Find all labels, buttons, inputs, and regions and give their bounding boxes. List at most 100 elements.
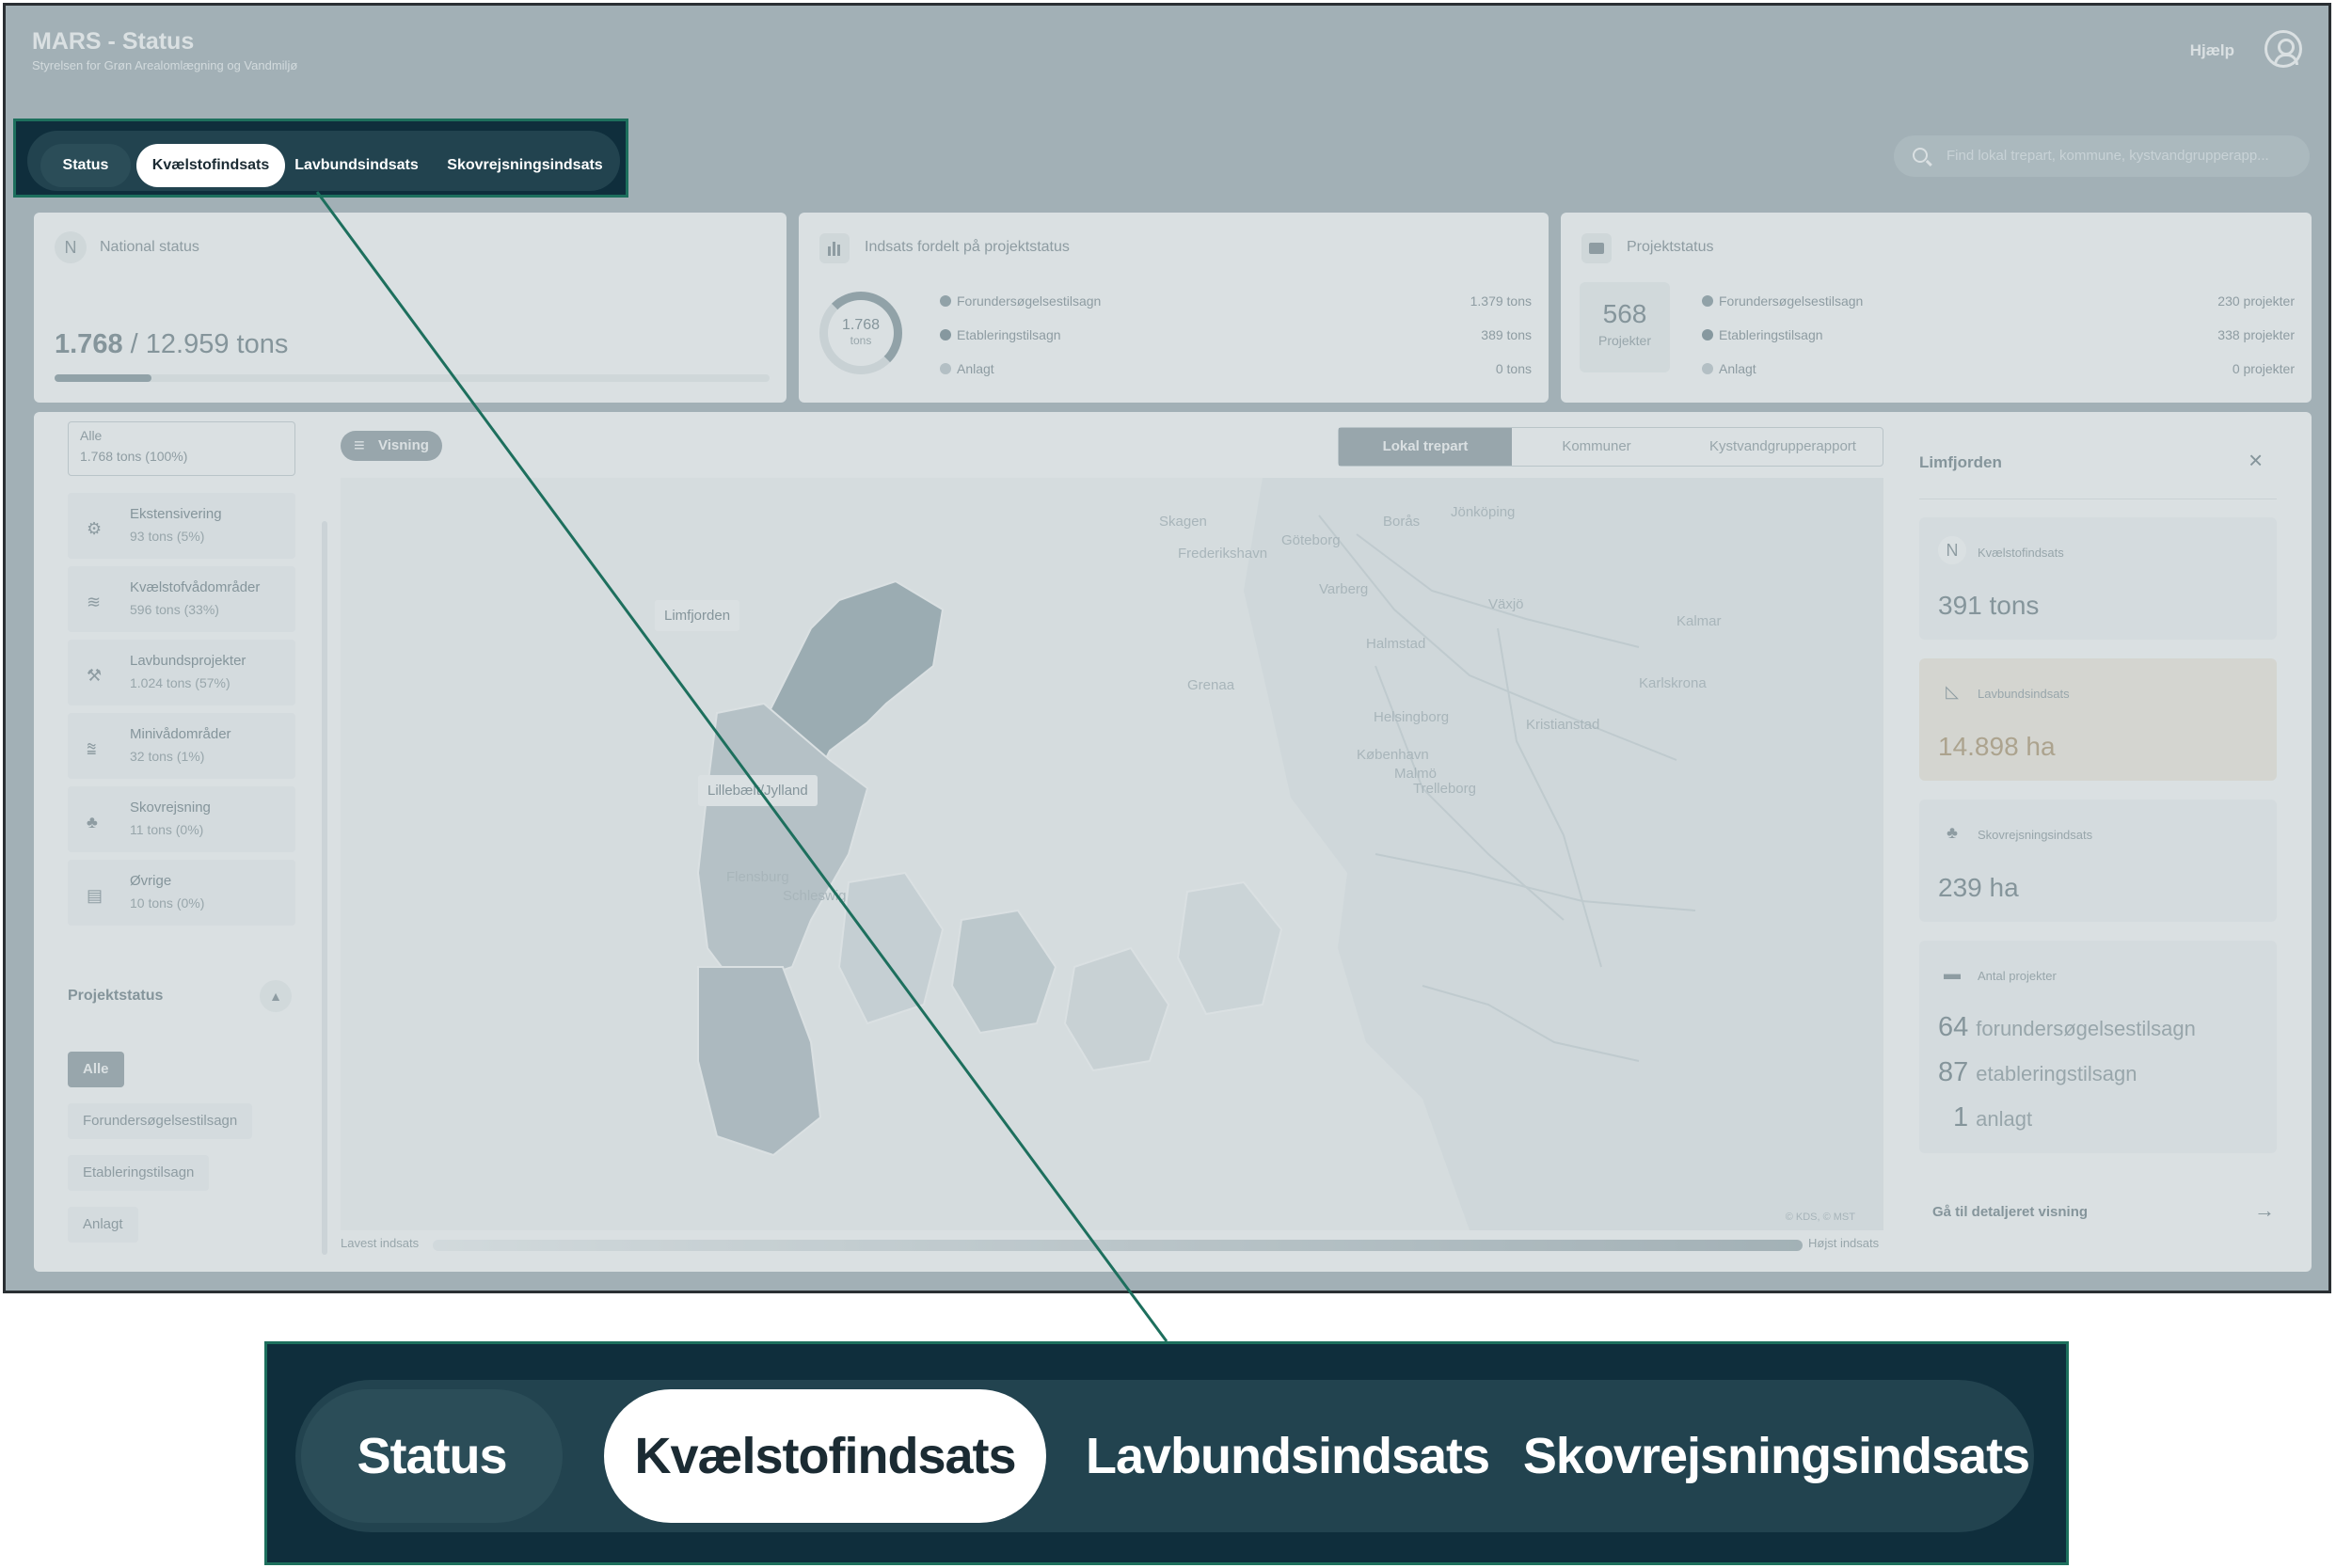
chevron-up-icon[interactable]: ▲	[260, 980, 292, 1012]
projektstatus-chip[interactable]: Etableringstilsagn	[68, 1155, 210, 1191]
tab-status-zoom[interactable]: Status	[301, 1389, 563, 1523]
help-link[interactable]: Hjælp	[2190, 41, 2234, 60]
tab-kvaelstofindsats-zoom[interactable]: Kvælstofindsats	[604, 1389, 1046, 1523]
category-name: Ekstensivering	[130, 506, 222, 522]
map-place-label: Jönköping	[1451, 504, 1516, 520]
category-value: 10 tons (0%)	[130, 895, 205, 911]
kvaelstof-stat-title: Kvælstofindsats	[1978, 546, 2064, 560]
skov-stat-card: ♣ Skovrejsningsindsats 239 ha	[1919, 800, 2277, 922]
map-place-label: Schleswig	[783, 888, 847, 904]
folder-icon	[1581, 233, 1612, 263]
projektstatus-chip[interactable]: Forundersøgelsestilsagn	[68, 1103, 253, 1139]
lavbund-stat-card: ◺ Lavbundsindsats 14.898 ha	[1919, 658, 2277, 781]
tab-lavbundsindsats-zoom[interactable]: Lavbundsindsats	[1086, 1389, 1490, 1523]
status-legend-value: 338 projekter	[2217, 327, 2295, 342]
map-place-label: Göteborg	[1281, 532, 1341, 548]
category-name: Skovrejsning	[130, 800, 211, 816]
map-region-callout[interactable]: Lillebælt/Jylland	[698, 775, 818, 806]
tab-strip: Status Kvælstofindsats Lavbundsindsats S…	[27, 131, 620, 191]
skov-stat-title: Skovrejsningsindsats	[1978, 828, 2093, 842]
status-legend-label: Forundersøgelsestilsagn	[940, 293, 1101, 309]
category-name: Minivådområder	[130, 726, 231, 742]
app-screenshot: MARS - Status Styrelsen for Grøn Arealom…	[3, 3, 2331, 1293]
status-legend-label: Anlagt	[940, 361, 994, 376]
segment-kystvandgrupperapport[interactable]: Kystvandgrupperapport	[1681, 428, 1884, 466]
map-place-label: København	[1357, 747, 1429, 763]
category-all-value: 1.768 tons (100%)	[80, 449, 188, 464]
tab-kvaelstofindsats[interactable]: Kvælstofindsats	[136, 144, 285, 187]
projektstatus-chip[interactable]: Alle	[68, 1052, 124, 1087]
map-view-segmented-control: Lokal trepart Kommuner Kystvandgrupperap…	[1338, 427, 1883, 467]
map-region-callout[interactable]: Limfjorden	[655, 600, 740, 631]
skov-stat-value: 239 ha	[1938, 873, 2019, 902]
projektstatus-chip[interactable]: Anlagt	[68, 1207, 138, 1243]
tab-status[interactable]: Status	[40, 144, 131, 187]
lavbund-stat-value: 14.898 ha	[1938, 732, 2056, 761]
category-all-name: Alle	[80, 428, 103, 443]
folder-icon: ▬	[1944, 964, 1961, 983]
category-item[interactable]: ♣ Skovrejsning 11 tons (0%)	[68, 786, 295, 852]
map-place-label: Karlskrona	[1639, 675, 1707, 691]
angle-icon: ◺	[1946, 682, 1959, 701]
trees-icon: ♣	[1947, 823, 1958, 842]
detail-view-link[interactable]: Gå til detaljeret visning	[1932, 1204, 2088, 1220]
legend-dot-icon	[1702, 329, 1713, 341]
projekter-row: 87 etableringstilsagn	[1938, 1057, 2137, 1087]
map-place-label: Frederikshavn	[1178, 546, 1268, 562]
map-place-label: Helsingborg	[1374, 709, 1450, 725]
tab-skovrejsningsindsats[interactable]: Skovrejsningsindsats	[428, 144, 622, 187]
tons-donut: 1.768 tons	[819, 292, 902, 374]
category-item[interactable]: ≋ Kvælstofvådområder 596 tons (33%)	[68, 566, 295, 632]
national-progress-bar	[55, 374, 770, 382]
visning-button[interactable]: Visning	[341, 431, 442, 461]
nitrogen-badge-icon: N	[1938, 536, 1966, 564]
category-item[interactable]: ▤ Øvrige 10 tons (0%)	[68, 860, 295, 926]
map-place-label: Trelleborg	[1413, 781, 1476, 797]
search-input[interactable]: Find lokal trepart, kommune, kystvandgru…	[1894, 135, 2310, 177]
map-graphic	[341, 478, 1883, 1230]
category-item[interactable]: ⚒ Lavbundsprojekter 1.024 tons (57%)	[68, 640, 295, 705]
detail-panel: Limfjorden × N Kvælstofindsats 391 tons …	[1908, 412, 2312, 1272]
map-place-label: Flensburg	[726, 869, 789, 885]
app-title: MARS - Status	[32, 28, 195, 55]
map-place-label: Kristianstad	[1526, 717, 1600, 733]
map[interactable]: Skagen Frederikshavn Göteborg Borås Jönköpin…	[341, 478, 1883, 1230]
category-all[interactable]: Alle 1.768 tons (100%)	[68, 421, 295, 476]
waves-icon: ≋	[87, 593, 102, 611]
category-value: 1.024 tons (57%)	[130, 675, 230, 690]
category-value: 32 tons (1%)	[130, 749, 205, 764]
project-count-label: Projekter	[1597, 333, 1652, 348]
category-item[interactable]: ⩰ Minivådområder 32 tons (1%)	[68, 713, 295, 779]
status-legend-label: Etableringstilsagn	[1702, 327, 1823, 342]
projektstatus-title: Projektstatus	[1627, 239, 1714, 255]
legend-dot-icon	[940, 363, 951, 374]
tab-lavbundsindsats[interactable]: Lavbundsindsats	[293, 144, 421, 187]
map-place-label: Kalmar	[1677, 613, 1722, 629]
nitrogen-badge-icon: N	[55, 231, 87, 263]
segment-kommuner[interactable]: Kommuner	[1512, 428, 1681, 466]
category-value: 11 tons (0%)	[130, 822, 204, 837]
wetland-icon: ⩰	[87, 739, 97, 758]
arrow-right-icon[interactable]: →	[2254, 1198, 2275, 1223]
donut-value: 1.768	[841, 317, 881, 333]
legend-dot-icon	[940, 295, 951, 307]
donut-unit: tons	[850, 334, 872, 347]
search-placeholder: Find lokal trepart, kommune, kystvandgru…	[1947, 148, 2269, 164]
legend-dot-icon	[1702, 363, 1713, 374]
tab-strip-zoom: Status Kvælstofindsats Lavbundsindsats S…	[264, 1341, 2069, 1565]
category-name: Øvrige	[130, 873, 172, 889]
project-count-box: 568 Projekter	[1580, 282, 1670, 372]
shovel-icon: ⚒	[87, 666, 103, 685]
map-place-label: Malmö	[1394, 766, 1438, 782]
left-panel-scrollbar[interactable]	[322, 521, 327, 1255]
user-icon[interactable]	[2264, 30, 2302, 68]
category-item[interactable]: ⚙ Ekstensivering 93 tons (5%)	[68, 493, 295, 559]
close-icon[interactable]: ×	[2249, 446, 2263, 475]
category-name: Kvælstofvådområder	[130, 579, 261, 595]
status-legend-label: Etableringstilsagn	[940, 327, 1061, 342]
projekter-stat-card: ▬ Antal projekter 64 forundersøgelsestils…	[1919, 941, 2277, 1153]
main-panel: Alle 1.768 tons (100%) ⚙ Ekstensivering 93…	[34, 412, 2312, 1272]
category-value: 93 tons (5%)	[130, 529, 205, 544]
tab-skovrejsningsindsats-zoom[interactable]: Skovrejsningsindsats	[1518, 1389, 2034, 1523]
segment-lokal-trepart[interactable]: Lokal trepart	[1339, 428, 1512, 466]
